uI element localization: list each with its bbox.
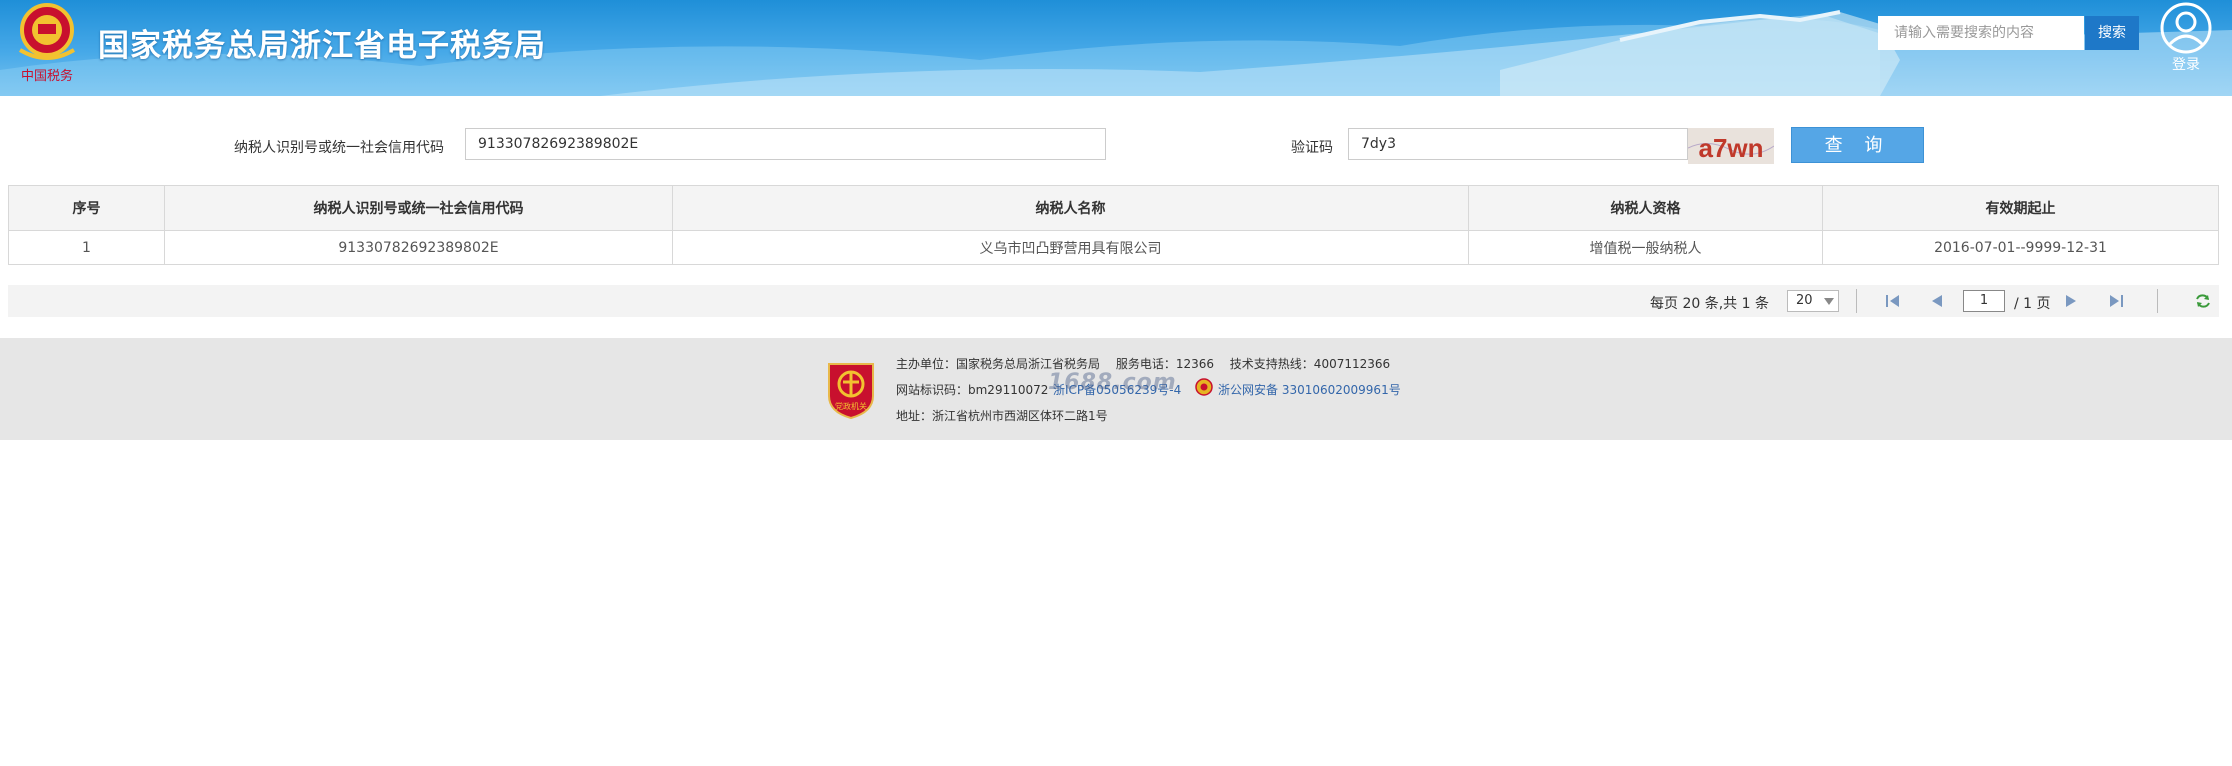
watermark: 1688.com (1048, 370, 1177, 395)
cell-taxpayer-name: 义乌市凹凸野营用具有限公司 (672, 230, 1469, 265)
table-row[interactable]: 1 91330782692389802E 义乌市凹凸野营用具有限公司 增值税一般… (8, 230, 2219, 265)
pagination-summary: 每页 20 条,共 1 条 (1650, 296, 1769, 312)
search-button[interactable]: 搜索 (2085, 16, 2139, 50)
search-input[interactable]: 请输入需要搜索的内容 (1878, 16, 2084, 50)
refresh-icon[interactable] (2194, 293, 2212, 309)
first-page-icon[interactable] (1884, 293, 1902, 309)
footer-address: 地址：浙江省杭州市西湖区体环二路1号 (896, 409, 1108, 423)
results-table: 序号 纳税人识别号或统一社会信用代码 纳税人名称 纳税人资格 有效期起止 1 9… (8, 185, 2219, 265)
pager-divider (2157, 289, 2158, 313)
chevron-down-icon (1824, 298, 1834, 305)
captcha-input[interactable]: 7dy3 (1348, 128, 1688, 160)
total-pages-text: / 1 页 (2014, 296, 2051, 312)
column-header-taxpayer-id: 纳税人识别号或统一社会信用代码 (164, 185, 673, 231)
site-footer: 党政机关 主办单位：国家税务总局浙江省税务局 服务电话：12366 技术支持热线… (0, 338, 2232, 440)
query-button[interactable]: 查 询 (1791, 127, 1924, 163)
page-size-value: 20 (1796, 293, 1813, 308)
police-badge-icon (1195, 378, 1213, 396)
column-header-qualification: 纳税人资格 (1468, 185, 1823, 231)
last-page-icon[interactable] (2107, 293, 2125, 309)
cell-validity: 2016-07-01--9999-12-31 (1822, 230, 2219, 265)
current-page-input[interactable]: 1 (1963, 290, 2005, 312)
captcha-image[interactable]: a7wn (1688, 128, 1774, 164)
next-page-icon[interactable] (2062, 293, 2080, 309)
footer-police-link[interactable]: 浙公网安备 33010602009961号 (1218, 381, 1401, 398)
user-avatar-icon[interactable] (2160, 2, 2212, 54)
site-header: 中国税务 国家税务总局浙江省电子税务局 请输入需要搜索的内容 搜索 登录 (0, 0, 2232, 96)
captcha-label: 验证码 (1291, 140, 1333, 156)
footer-site-id: 网站标识码：bm29110072 (896, 383, 1049, 397)
pagination-bar: 每页 20 条,共 1 条 20 1 / 1 页 (8, 285, 2219, 317)
cell-taxpayer-id: 91330782692389802E (164, 230, 673, 265)
cell-index: 1 (8, 230, 165, 265)
cell-qualification: 增值税一般纳税人 (1468, 230, 1823, 265)
pager-divider (1856, 289, 1857, 313)
column-header-taxpayer-name: 纳税人名称 (672, 185, 1469, 231)
column-header-index: 序号 (8, 185, 165, 231)
site-title: 国家税务总局浙江省电子税务局 (98, 28, 546, 64)
government-badge-icon[interactable]: 党政机关 (825, 358, 877, 420)
column-header-validity: 有效期起止 (1822, 185, 2219, 231)
svg-text:中国税务: 中国税务 (21, 68, 73, 84)
page-size-select[interactable]: 20 (1787, 290, 1839, 312)
taxpayer-id-label: 纳税人识别号或统一社会信用代码 (234, 140, 444, 156)
taxpayer-id-input[interactable]: 91330782692389802E (465, 128, 1106, 160)
svg-text:a7wn: a7wn (1698, 133, 1763, 163)
svg-text:党政机关: 党政机关 (835, 401, 867, 411)
table-header-row: 序号 纳税人识别号或统一社会信用代码 纳税人名称 纳税人资格 有效期起止 (8, 185, 2219, 231)
login-link[interactable]: 登录 (2172, 54, 2200, 74)
national-emblem-icon: 中国税务 (18, 3, 76, 84)
prev-page-icon[interactable] (1928, 293, 1946, 309)
